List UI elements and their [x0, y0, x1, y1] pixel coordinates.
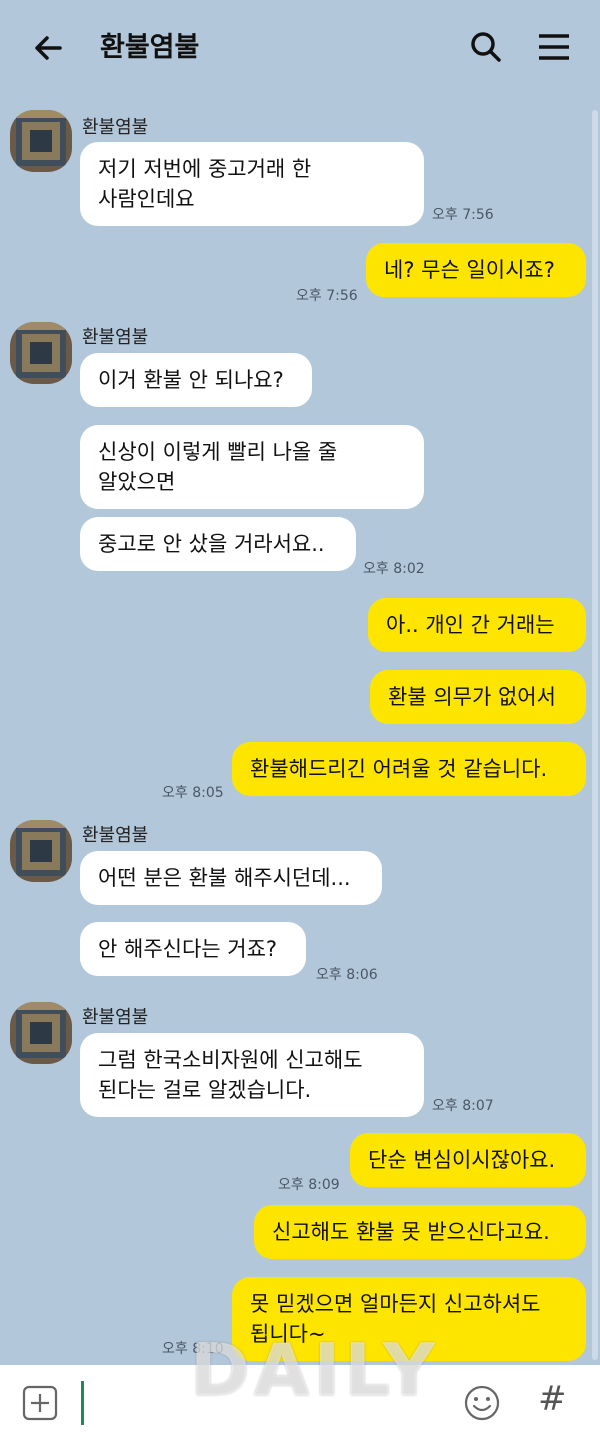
- message-text-line: 그럼 한국소비자원에 신고해도: [98, 1048, 363, 1072]
- smiley-icon[interactable]: [462, 1383, 502, 1423]
- message-time: 오후 8:05: [162, 785, 224, 801]
- hash-icon[interactable]: #: [538, 1379, 567, 1419]
- message-text: 이거 환불 안 되나요?: [98, 368, 284, 392]
- message-time: 오후 7:56: [432, 207, 494, 223]
- message-text-line: 사람인데요: [98, 187, 195, 211]
- message-bubble-incoming[interactable]: 이거 환불 안 되나요?: [80, 353, 312, 407]
- message-text-line: 알았으면: [98, 470, 176, 494]
- chat-title: 환불염불: [100, 32, 200, 63]
- message-bubble-outgoing[interactable]: 환불해드리긴 어려울 것 같습니다.: [232, 742, 586, 796]
- search-icon[interactable]: [466, 27, 506, 67]
- message-text: 네? 무슨 일이시죠?: [384, 258, 555, 282]
- message-input-field[interactable]: [81, 1381, 84, 1425]
- message-bubble-outgoing[interactable]: 단순 변심이시잖아요.: [350, 1133, 586, 1187]
- avatar[interactable]: [10, 820, 72, 882]
- message-time: 오후 7:56: [296, 288, 358, 304]
- message-bubble-incoming[interactable]: 저기 저번에 중고거래 한 사람인데요: [80, 142, 424, 226]
- message-bubble-incoming[interactable]: 어떤 분은 환불 해주시던데...: [80, 851, 382, 905]
- message-bubble-incoming[interactable]: 그럼 한국소비자원에 신고해도 된다는 걸로 알겠습니다.: [80, 1033, 424, 1117]
- message-bubble-incoming[interactable]: 안 해주신다는 거죠?: [80, 922, 306, 976]
- message-text-line: 못 믿겠으면 얼마든지 신고하셔도: [250, 1292, 541, 1316]
- sender-name: 환불염불: [82, 327, 149, 348]
- message-text: 신고해도 환불 못 받으신다고요.: [272, 1220, 550, 1244]
- scrollbar[interactable]: [592, 110, 598, 1360]
- sender-name: 환불염불: [82, 825, 149, 846]
- message-text: 안 해주신다는 거죠?: [98, 937, 278, 961]
- watermark: DAILY: [190, 1328, 440, 1412]
- message-text: 단순 변심이시잖아요.: [368, 1148, 556, 1172]
- plus-square-icon[interactable]: [22, 1385, 58, 1421]
- message-text-line: 신상이 이렇게 빨리 나올 줄: [98, 440, 338, 464]
- message-time: 오후 8:07: [432, 1098, 494, 1114]
- chat-header: 환불염불: [0, 0, 600, 95]
- arrow-left-icon[interactable]: [28, 28, 68, 68]
- message-bubble-outgoing[interactable]: 아.. 개인 간 거래는: [368, 598, 586, 652]
- message-text: 환불 의무가 없어서: [388, 685, 556, 709]
- sender-name: 환불염불: [82, 117, 149, 138]
- message-text: 환불해드리긴 어려울 것 같습니다.: [250, 757, 548, 781]
- message-time: 오후 8:09: [278, 1177, 340, 1193]
- avatar[interactable]: [10, 322, 72, 384]
- message-time: 오후 8:06: [316, 967, 378, 983]
- avatar[interactable]: [10, 1002, 72, 1064]
- message-bubble-outgoing[interactable]: 네? 무슨 일이시죠?: [366, 243, 586, 297]
- message-text: 어떤 분은 환불 해주시던데...: [98, 866, 351, 890]
- hamburger-menu-icon[interactable]: [534, 27, 574, 67]
- message-text-line: 저기 저번에 중고거래 한: [98, 157, 312, 181]
- message-bubble-outgoing[interactable]: 신고해도 환불 못 받으신다고요.: [254, 1205, 586, 1259]
- sender-name: 환불염불: [82, 1007, 149, 1028]
- message-bubble-incoming[interactable]: 중고로 안 샀을 거라서요..: [80, 517, 356, 571]
- avatar[interactable]: [10, 110, 72, 172]
- message-bubble-incoming[interactable]: 신상이 이렇게 빨리 나올 줄 알았으면: [80, 425, 424, 509]
- message-bubble-outgoing[interactable]: 환불 의무가 없어서: [370, 670, 586, 724]
- message-text-line: 된다는 걸로 알겠습니다.: [98, 1078, 312, 1102]
- message-time: 오후 8:02: [363, 561, 425, 577]
- message-text: 아.. 개인 간 거래는: [386, 613, 555, 637]
- message-text: 중고로 안 샀을 거라서요..: [98, 532, 325, 556]
